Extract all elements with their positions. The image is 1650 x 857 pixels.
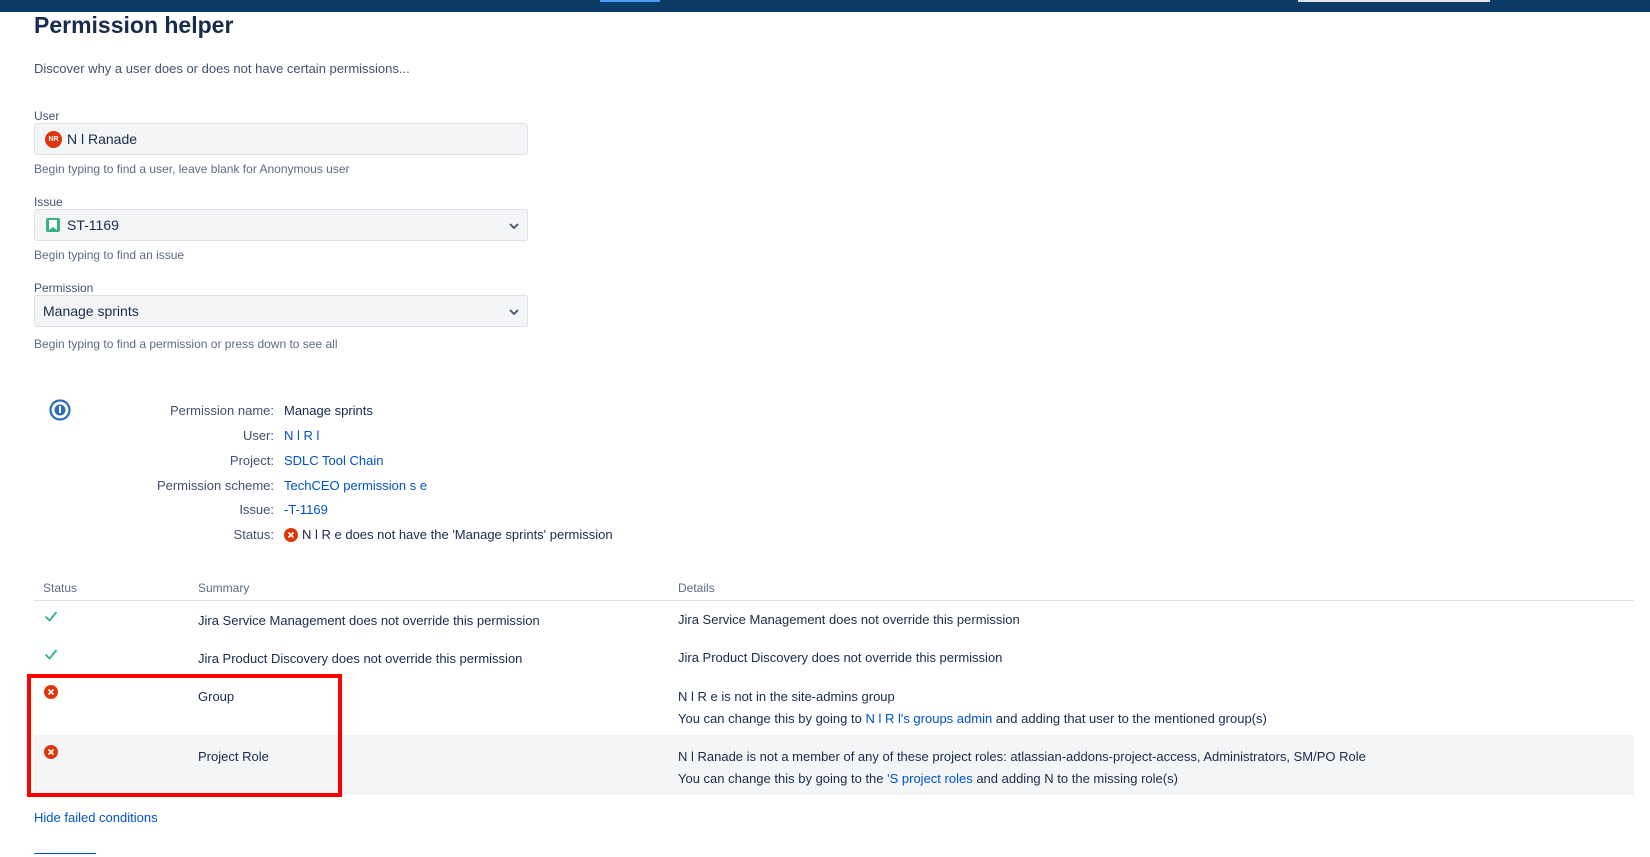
story-icon xyxy=(46,218,60,232)
detail-value: Manage sprints xyxy=(284,403,373,418)
hint-text: You can change this by going to the xyxy=(678,771,888,786)
column-header-summary: Summary xyxy=(198,581,250,595)
detail-label: Project: xyxy=(229,453,274,468)
detail-user: User: N l R l xyxy=(0,428,900,446)
detail-project: Project: SDLC Tool Chain xyxy=(0,453,900,471)
row-summary: Jira Product Discovery does not override… xyxy=(198,651,523,666)
detail-project-link[interactable]: SDLC Tool Chain xyxy=(284,453,383,468)
user-field-label: User xyxy=(34,109,60,123)
row-details: N l Ranade is not a member of any of the… xyxy=(678,749,1366,764)
detail-label: Status: xyxy=(233,527,274,542)
user-avatar: NR xyxy=(45,131,62,148)
project-roles-link[interactable]: 'S project roles xyxy=(887,771,973,786)
detail-label: Issue: xyxy=(239,502,274,517)
chevron-down-icon[interactable] xyxy=(509,221,519,231)
nav-search-area[interactable] xyxy=(1298,0,1490,2)
check-icon xyxy=(44,611,58,622)
user-picker-field[interactable]: NR N l Ranade xyxy=(34,123,528,155)
user-field-value: N l Ranade xyxy=(67,131,138,147)
detail-permission-name: Permission name: Manage sprints xyxy=(0,403,900,421)
detail-scheme-link[interactable]: TechCEO permission s e xyxy=(284,478,427,493)
page-subtitle: Discover why a user does or does not hav… xyxy=(34,61,410,76)
top-navigation-bar xyxy=(0,0,1650,12)
check-icon xyxy=(44,649,58,660)
column-header-details: Details xyxy=(678,581,715,595)
detail-status: Status: N l R e does not have the 'Manag… xyxy=(0,527,900,545)
permission-field-label: Permission xyxy=(34,281,94,295)
detail-permission-scheme: Permission scheme: TechCEO permission s … xyxy=(0,478,900,496)
detail-issue: Issue: -T-1169 xyxy=(0,502,900,520)
detail-label: Permission scheme: xyxy=(156,478,274,493)
user-field-help: Begin typing to find a user, leave blank… xyxy=(34,162,350,176)
page-title: Permission helper xyxy=(34,12,234,38)
row-details: Jira Product Discovery does not override… xyxy=(678,650,1003,665)
detail-label: Permission name: xyxy=(169,403,274,418)
detail-user-link[interactable]: N l R l xyxy=(284,428,319,443)
row-details-hint: You can change this by going to N l R l'… xyxy=(678,711,1267,726)
issue-field-label: Issue xyxy=(34,195,63,209)
row-details-hint: You can change this by going to the 'S p… xyxy=(678,771,1178,786)
issue-field-help: Begin typing to find an issue xyxy=(34,248,185,262)
hint-text: and adding that user to the mentioned gr… xyxy=(992,711,1267,726)
hint-text: to the missing role(s) xyxy=(1057,771,1178,786)
detail-issue-link[interactable]: -T-1169 xyxy=(284,502,328,517)
row-summary: Jira Service Management does not overrid… xyxy=(198,613,540,628)
error-icon xyxy=(284,528,298,542)
permission-field-help: Begin typing to find a permission or pre… xyxy=(34,337,338,351)
detail-label: User: xyxy=(242,428,274,443)
permission-select-field[interactable]: Manage sprints xyxy=(34,295,528,327)
bottom-divider xyxy=(34,853,96,854)
highlight-annotation-box xyxy=(27,674,342,797)
row-details: N l R e is not in the site-admins group xyxy=(678,689,895,704)
row-details: Jira Service Management does not overrid… xyxy=(678,612,1020,627)
hide-failed-conditions-link[interactable]: Hide failed conditions xyxy=(34,810,158,825)
issue-field-value: ST-1169 xyxy=(67,217,119,233)
hint-text: and adding N xyxy=(972,771,1058,786)
groups-admin-link[interactable]: N l R l's groups admin xyxy=(865,711,992,726)
detail-status-value: N l R e does not have the 'Manage sprint… xyxy=(302,527,613,542)
active-nav-indicator xyxy=(600,0,660,2)
permission-field-value: Manage sprints xyxy=(43,303,139,319)
column-header-status: Status xyxy=(43,581,78,595)
hint-text: You can change this by going to xyxy=(678,711,866,726)
issue-picker-field[interactable]: ST-1169 xyxy=(34,209,528,241)
chevron-down-icon[interactable] xyxy=(509,307,519,317)
